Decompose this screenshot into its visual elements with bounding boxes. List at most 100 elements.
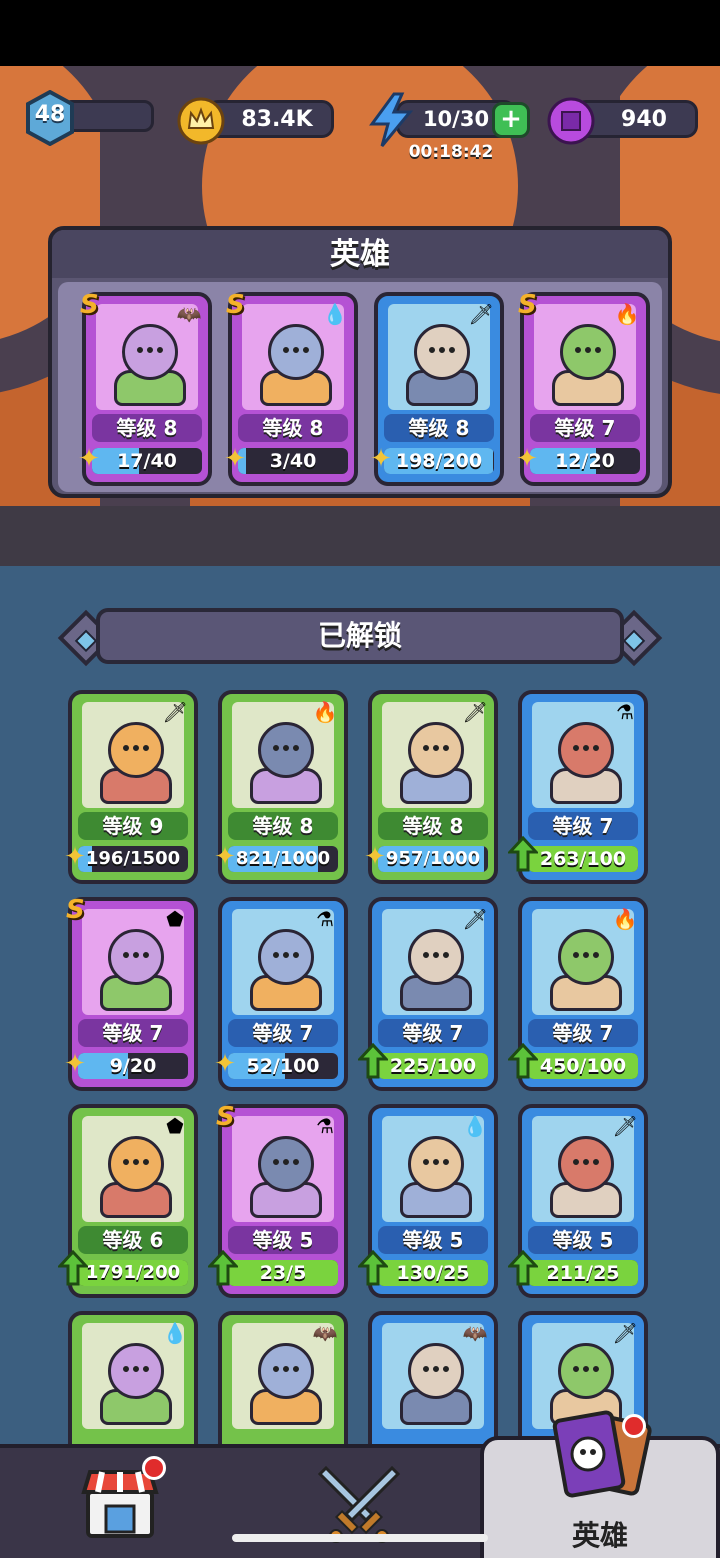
nav-shop[interactable] xyxy=(80,1448,170,1558)
hero-head xyxy=(258,722,314,778)
hero-level: 等级 7 xyxy=(528,1019,638,1047)
unlocked-banner: 已解锁 xyxy=(96,608,624,664)
upgrade-arrow-icon xyxy=(508,836,538,872)
energy-counter[interactable]: 10/30 + 00:18:42 xyxy=(368,92,540,166)
shard-progress-text: 450/100 xyxy=(539,1055,627,1077)
bat-icon: 🦇 xyxy=(462,1321,488,1345)
hero-head xyxy=(108,1136,164,1192)
s-rank-badge: S xyxy=(518,290,537,320)
hero-head xyxy=(108,929,164,985)
hero-level: 等级 7 xyxy=(378,1019,488,1047)
s-rank-badge: S xyxy=(226,290,245,320)
unlocked-hero-card[interactable]: 🔥 等级 8 821/1000 ✦ xyxy=(214,690,348,884)
coins-counter[interactable]: 83.4K xyxy=(176,96,336,146)
hero-level: 等级 7 xyxy=(528,812,638,840)
unlocked-hero-card[interactable]: ⚗ S 等级 5 23/5 xyxy=(208,1102,348,1298)
shard-progress-bar: 821/1000 xyxy=(228,846,338,872)
gems-counter[interactable]: 940 xyxy=(546,96,702,146)
hero-team-card[interactable]: 🔥 S 等级 7 12/20 ✦ xyxy=(516,290,650,486)
unlocked-hero-card[interactable]: ⬟ S 等级 7 9/20 ✦ xyxy=(64,895,198,1091)
hero-head xyxy=(558,1343,614,1399)
puzzle-piece-icon: ✦ xyxy=(214,1049,236,1079)
puzzle-piece-icon: ✦ xyxy=(364,842,386,872)
hero-head xyxy=(558,929,614,985)
hero-head xyxy=(122,324,178,380)
hero-head xyxy=(558,722,614,778)
unlocked-hero-grid[interactable]: 🗡 等级 9 196/1500 ✦ 🔥 等级 8 821/1000 ✦ 🗡 等级 8 957/100… xyxy=(0,690,720,1444)
hero-head xyxy=(408,929,464,985)
hero-head xyxy=(558,1136,614,1192)
shard-progress-text: 17/40 xyxy=(117,450,177,472)
shard-progress-text: 263/100 xyxy=(539,848,627,870)
hero-team-card[interactable]: 🗡 等级 8 198/200 ✦ xyxy=(370,292,504,486)
hero-level: 等级 5 xyxy=(378,1226,488,1254)
shard-progress-bar: 198/200 xyxy=(384,448,494,474)
rock-icon: ⬟ xyxy=(166,1114,184,1138)
puzzle-piece-icon: ✦ xyxy=(214,842,236,872)
hero-notification-dot xyxy=(622,1414,646,1438)
shop-notification-dot xyxy=(142,1456,166,1480)
fire-icon: 🔥 xyxy=(614,302,640,326)
bat-icon: 🦇 xyxy=(176,302,202,326)
hero-team-card[interactable]: 🦇 S 等级 8 17/40 ✦ xyxy=(78,290,212,486)
shard-progress-bar: 52/100 xyxy=(228,1053,338,1079)
unlocked-hero-card[interactable]: 💧 xyxy=(68,1311,198,1444)
hero-level: 等级 9 xyxy=(78,812,188,840)
shard-progress-bar: 12/20 xyxy=(530,448,640,474)
hero-head xyxy=(108,722,164,778)
shard-progress-text: 211/25 xyxy=(546,1262,620,1284)
unlocked-hero-card[interactable]: 🦇 xyxy=(368,1311,498,1444)
hero-level: 等级 8 xyxy=(384,414,494,442)
hero-panel-title: 英雄 xyxy=(52,230,668,278)
shard-progress-text: 130/25 xyxy=(396,1262,470,1284)
hero-level: 等级 8 xyxy=(378,812,488,840)
hero-level: 等级 7 xyxy=(530,414,640,442)
status-bar xyxy=(0,0,720,66)
upgrade-arrow-icon xyxy=(358,1250,388,1286)
shard-progress-bar: 9/20 xyxy=(78,1053,188,1079)
unlocked-hero-card[interactable]: 🔥 等级 7 450/100 xyxy=(508,897,648,1091)
s-rank-badge: S xyxy=(80,290,99,320)
hero-head xyxy=(408,1343,464,1399)
bat-icon: 🦇 xyxy=(312,1321,338,1345)
shard-progress-text: 23/5 xyxy=(259,1262,307,1284)
unlocked-hero-card[interactable]: 💧 等级 5 130/25 xyxy=(358,1104,498,1298)
unlocked-hero-card[interactable]: 🗡 等级 8 957/1000 ✦ xyxy=(364,690,498,884)
shard-progress-bar: 3/40 xyxy=(238,448,348,474)
puzzle-piece-icon: ✦ xyxy=(516,444,538,474)
upgrade-arrow-icon xyxy=(208,1250,238,1286)
nav-hero[interactable]: 英雄 xyxy=(480,1410,720,1558)
hero-head xyxy=(258,1136,314,1192)
sword-icon: 🗡 xyxy=(612,1114,638,1138)
unlocked-hero-card[interactable]: ⚗ 等级 7 263/100 xyxy=(508,690,648,884)
unlocked-hero-card[interactable]: 🦇 xyxy=(218,1311,348,1444)
hero-head xyxy=(408,1136,464,1192)
unlocked-hero-card[interactable]: 🗡 等级 9 196/1500 ✦ xyxy=(64,690,198,884)
shard-progress-text: 1791/200 xyxy=(85,1262,181,1283)
unlocked-hero-card[interactable]: 🗡 等级 5 211/25 xyxy=(508,1104,648,1298)
player-level-value: 48 xyxy=(34,102,66,127)
player-level[interactable]: 48 xyxy=(22,90,158,146)
shard-progress-text: 9/20 xyxy=(109,1055,157,1077)
hero-level: 等级 7 xyxy=(78,1019,188,1047)
add-energy-button[interactable]: + xyxy=(492,102,530,138)
hero-head xyxy=(108,1343,164,1399)
shard-progress-text: 198/200 xyxy=(395,450,483,472)
shard-progress-text: 821/1000 xyxy=(235,848,331,869)
shard-progress-bar: 130/25 xyxy=(378,1260,488,1286)
s-rank-badge: S xyxy=(66,895,85,925)
hero-level: 等级 6 xyxy=(78,1226,188,1254)
unlocked-hero-card[interactable]: 🗡 等级 7 225/100 xyxy=(358,897,498,1091)
unlocked-hero-card[interactable]: ⬟ 等级 6 1791/200 xyxy=(58,1104,198,1298)
shard-progress-bar: 23/5 xyxy=(228,1260,338,1286)
unlocked-hero-card[interactable]: ⚗ 等级 7 52/100 ✦ xyxy=(214,897,348,1091)
potion-icon: ⚗ xyxy=(316,1114,334,1138)
hero-head xyxy=(408,722,464,778)
shard-progress-bar: 957/1000 xyxy=(378,846,488,872)
sword-icon: 🗡 xyxy=(468,302,494,326)
shard-progress-text: 196/1500 xyxy=(85,848,181,869)
rock-icon: ⬟ xyxy=(166,907,184,931)
gem-icon xyxy=(547,97,595,145)
home-indicator xyxy=(232,1534,488,1542)
hero-team-card[interactable]: 💧 S 等级 8 3/40 ✦ xyxy=(224,290,358,486)
